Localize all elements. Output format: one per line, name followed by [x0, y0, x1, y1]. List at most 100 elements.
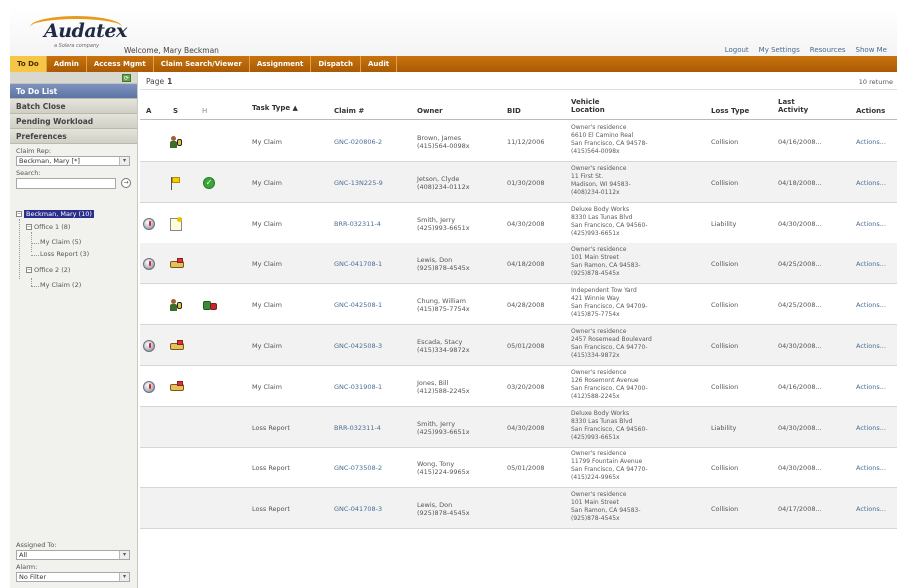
actions-link[interactable]: Actions... — [856, 260, 886, 269]
tree-node-office-1[interactable]: − Office 1 (8) — [26, 223, 70, 231]
claim-number-link[interactable]: GNC-042508-3 — [334, 342, 382, 351]
sidebar-item-to-do-list[interactable]: To Do List — [10, 84, 137, 99]
claim-number-link[interactable]: GNC-041708-1 — [334, 260, 382, 269]
note-icon[interactable] — [170, 217, 182, 231]
col-loss-type[interactable]: Loss Type — [711, 107, 749, 115]
owner-phone: (415)564-0098x — [417, 142, 470, 150]
search-go-icon[interactable]: → — [121, 178, 131, 188]
table-row[interactable]: My Claim GNC-042508-1 Chung, William (415)8… — [140, 284, 897, 325]
col-owner[interactable]: Owner — [417, 107, 443, 115]
collapse-icon[interactable]: − — [26, 224, 32, 230]
col-a[interactable]: A — [146, 107, 151, 115]
search-input[interactable] — [16, 178, 116, 189]
alarm-icon[interactable] — [143, 258, 155, 270]
table-row[interactable]: My Claim GNC-042508-3 Escada, Stacy (415)33… — [140, 325, 897, 366]
alarm-icon[interactable] — [143, 218, 155, 230]
vehicle-location-line: (415)334-9872x — [571, 352, 620, 359]
refresh-icon[interactable]: ⟳ — [122, 74, 131, 82]
alarm-icon[interactable] — [143, 340, 155, 352]
claim-number-link[interactable]: GNC-042508-1 — [334, 301, 382, 310]
actions-link[interactable]: Actions... — [856, 301, 886, 310]
claim-number-link[interactable]: GNC-13N225-9 — [334, 179, 383, 188]
owner-phone: (925)878-4545x — [417, 264, 470, 272]
col-last-activity[interactable]: Last Activity — [778, 98, 808, 114]
tow-icon[interactable] — [203, 299, 217, 311]
vehicle-location-line: (415)224-9965x — [571, 474, 620, 481]
loss-type-cell: Collision — [711, 383, 739, 391]
col-h[interactable]: H — [202, 107, 207, 115]
tab-dispatch[interactable]: Dispatch — [311, 56, 361, 72]
my-settings-link[interactable]: My Settings — [759, 46, 800, 54]
actions-link[interactable]: Actions... — [856, 342, 886, 351]
actions-link[interactable]: Actions... — [856, 383, 886, 392]
col-task-type[interactable]: Task Type ▲ — [252, 104, 298, 112]
assigned-to-select[interactable]: All ▾ — [16, 550, 130, 560]
actions-link[interactable]: Actions... — [856, 424, 886, 433]
tab-claim-search-viewer[interactable]: Claim Search/Viewer — [154, 56, 250, 72]
tree-node-office-2[interactable]: − Office 2 (2) — [26, 266, 70, 274]
logout-link[interactable]: Logout — [725, 46, 749, 54]
sidebar-filters: Assigned To: All ▾ Alarm: No Filter ▾ — [10, 538, 138, 582]
col-vehicle-location[interactable]: Vehicle Location — [571, 98, 605, 114]
col-claim-number[interactable]: Claim # — [334, 107, 364, 115]
page-label: Page — [146, 77, 165, 86]
claim-number-link[interactable]: GNC-041708-3 — [334, 505, 382, 514]
alarm-select[interactable]: No Filter ▾ — [16, 572, 130, 582]
claim-number-link[interactable]: GNC-073508-2 — [334, 464, 382, 473]
table-row[interactable]: My Claim GNC-041708-1 Lewis, Don (925)878-4… — [140, 243, 897, 284]
person-key-icon[interactable] — [170, 136, 182, 148]
vehicle-location-line: San Ramon, CA 94583- — [571, 262, 641, 269]
show-me-link[interactable]: Show Me — [856, 46, 887, 54]
tab-access-mgmt[interactable]: Access Mgmt — [87, 56, 154, 72]
claim-number-link[interactable]: BRR-032311-4 — [334, 424, 381, 433]
actions-link[interactable]: Actions... — [856, 220, 886, 229]
alarm-icon[interactable] — [143, 381, 155, 393]
flag-icon[interactable] — [170, 177, 182, 190]
person-key-icon[interactable] — [170, 299, 182, 311]
actions-link[interactable]: Actions... — [856, 464, 886, 473]
page-number[interactable]: 1 — [167, 77, 172, 86]
col-bid[interactable]: BID — [507, 107, 521, 115]
table-row[interactable]: Loss Report BRR-032311-4 Smith, Jerry (425)… — [140, 407, 897, 448]
audatex-logo[interactable]: Audatex a Solera company — [30, 14, 130, 50]
pagination-row: Page 1 10 returne — [140, 72, 897, 90]
actions-link[interactable]: Actions... — [856, 179, 886, 188]
col-s[interactable]: S — [173, 107, 178, 115]
car-icon[interactable] — [170, 340, 184, 352]
vehicle-location-line: Owner's residence — [571, 328, 627, 335]
tree-node-my-claim-office-2[interactable]: My Claim (2) — [40, 281, 81, 289]
vehicle-location-line: (408)234-0112x — [571, 189, 620, 196]
collapse-icon[interactable]: − — [26, 267, 32, 273]
tab-admin[interactable]: Admin — [47, 56, 87, 72]
claim-rep-select[interactable]: Beckman, Mary [*] ▾ — [16, 156, 130, 166]
check-icon[interactable]: ✓ — [203, 177, 215, 189]
tree-office-1-label: Office 1 (8) — [34, 223, 71, 231]
actions-link[interactable]: Actions... — [856, 505, 886, 514]
sidebar-item-pending-workload[interactable]: Pending Workload — [10, 114, 137, 129]
table-row[interactable]: My Claim BRR-032311-4 Smith, Jerry (425)993… — [140, 203, 897, 244]
tree-node-my-claim-office-1[interactable]: My Claim (5) — [40, 238, 81, 246]
table-row[interactable]: Loss Report GNC-041708-3 Lewis, Don (925)87… — [140, 488, 897, 529]
claim-number-link[interactable]: GNC-020806-2 — [334, 138, 382, 147]
vehicle-location-line: San Francisco, CA 94770- — [571, 466, 648, 473]
tree-node-loss-report-office-1[interactable]: Loss Report (3) — [40, 250, 89, 258]
actions-link[interactable]: Actions... — [856, 138, 886, 147]
claim-number-link[interactable]: BRR-032311-4 — [334, 220, 381, 229]
car-icon[interactable] — [170, 258, 184, 270]
tab-audit[interactable]: Audit — [361, 56, 398, 72]
table-row[interactable]: Loss Report GNC-073508-2 Wong, Tony (415)22… — [140, 447, 897, 488]
table-row[interactable]: ✓ My Claim GNC-13N225-9 Jetson, Clyde (408)2… — [140, 162, 897, 203]
sidebar-item-preferences[interactable]: Preferences — [10, 129, 137, 144]
col-actions[interactable]: Actions — [856, 107, 885, 115]
resources-link[interactable]: Resources — [810, 46, 846, 54]
claim-number-link[interactable]: GNC-031908-1 — [334, 383, 382, 392]
tree-node-root[interactable]: − Beckman, Mary (10) — [16, 210, 94, 218]
sidebar-item-batch-close[interactable]: Batch Close — [10, 99, 137, 114]
results-count: 10 returne — [858, 78, 893, 86]
table-row[interactable]: My Claim GNC-031908-1 Jones, Bill (412)588-… — [140, 366, 897, 407]
car-icon[interactable] — [170, 381, 184, 393]
tab-assignment[interactable]: Assignment — [250, 56, 312, 72]
table-row[interactable]: My Claim GNC-020806-2 Brown, James (415)564… — [140, 121, 897, 162]
collapse-icon[interactable]: − — [16, 211, 22, 217]
tab-to-do[interactable]: To Do — [10, 56, 47, 72]
